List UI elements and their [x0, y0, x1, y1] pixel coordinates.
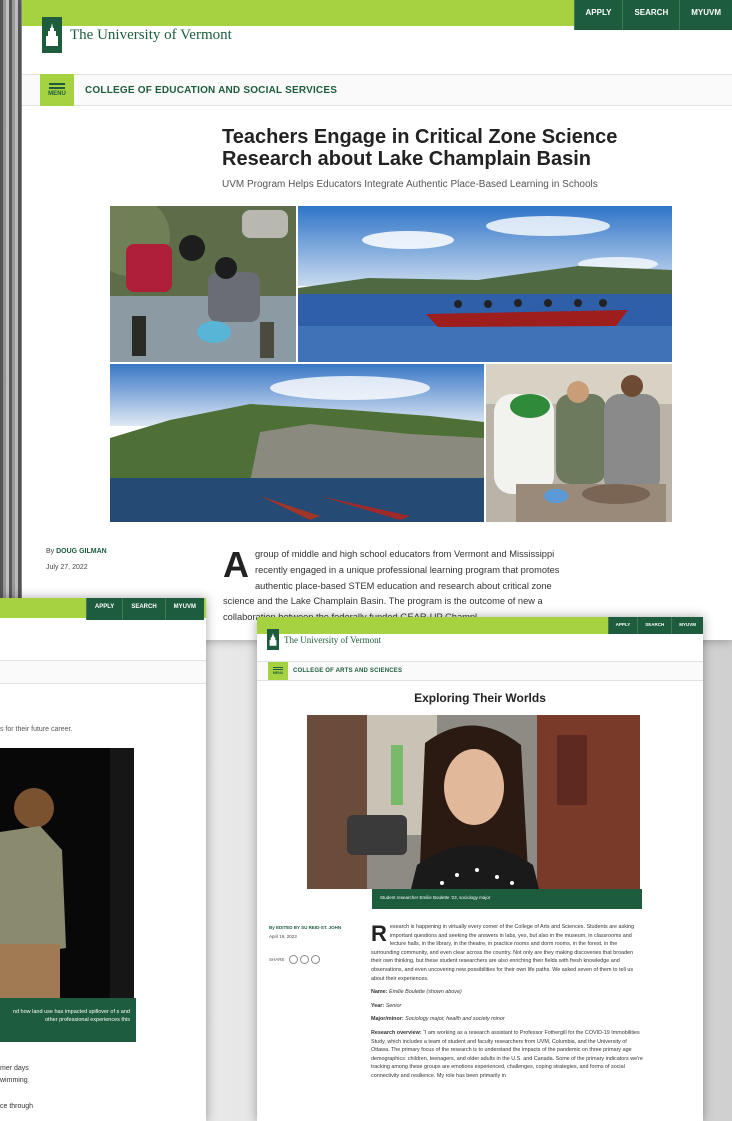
article-left-sheet: APPLY SEARCH MYUVM s for their future ca… [0, 598, 206, 1121]
para1-text: esearch is happening in virtually every … [371, 924, 635, 982]
search-link-right[interactable]: SEARCH [637, 617, 671, 634]
article-left-teaser: s for their future career. [0, 726, 73, 733]
article-title: Teachers Engage in Critical Zone Science… [222, 126, 618, 171]
menu-button[interactable]: MENU [40, 74, 74, 106]
apply-link[interactable]: APPLY [573, 0, 623, 30]
search-link-left[interactable]: SEARCH [122, 598, 164, 620]
uvm-logo-right[interactable]: The University of Vermont [267, 629, 381, 650]
article-left-line3: ce through [0, 1103, 34, 1110]
field-name: Name: Emilie Boulette (shown above) [371, 988, 643, 997]
byline-prefix: By [46, 548, 55, 555]
facebook-icon[interactable] [288, 955, 298, 964]
uvm-shield-icon [42, 17, 62, 53]
myuvm-link-right[interactable]: MYUVM [671, 617, 703, 634]
menu-label: MENU [48, 91, 66, 97]
photo-rowing-lake [298, 206, 672, 362]
article-right-para1: R esearch is happening in virtually ever… [371, 923, 643, 983]
myuvm-link-left[interactable]: MYUVM [164, 598, 204, 620]
photo-cliffs-lake [110, 364, 484, 522]
name-label: Name: [371, 989, 388, 996]
utility-nav-right: APPLY SEARCH MYUVM [607, 617, 703, 634]
article-body: A group of middle and high school educat… [223, 547, 575, 626]
menu-label-right: MENU [272, 671, 284, 675]
utility-nav: APPLY SEARCH MYUVM [573, 0, 732, 30]
major-value: Sociology major, health and society mino… [405, 1016, 505, 1023]
share-label: SHARE [269, 957, 285, 962]
brand-wordmark-right: The University of Vermont [284, 634, 382, 645]
share-icon[interactable] [310, 955, 320, 964]
article-date: July 27, 2022 [46, 564, 88, 571]
overview-value: “I am working as a research assistant to… [371, 1029, 643, 1079]
uvm-logo[interactable]: The University of Vermont [42, 17, 232, 53]
dropcap-letter: A [223, 544, 249, 585]
myuvm-link[interactable]: MYUVM [679, 0, 732, 30]
apply-link-right[interactable]: APPLY [607, 617, 638, 634]
caption-left-text: nd how land use has impacted spillover o… [12, 1009, 130, 1023]
photo-lab-dissection [486, 364, 672, 522]
search-link[interactable]: SEARCH [622, 0, 679, 30]
article-right-sheet: APPLY SEARCH MYUVM The University of Ver… [257, 617, 703, 1121]
overview-label: Research overview: [371, 1029, 422, 1036]
utility-nav-left: APPLY SEARCH MYUVM [85, 598, 204, 620]
college-nav-right: MENU COLLEGE OF ARTS AND SCIENCES [257, 661, 703, 681]
photo-student-portrait [307, 715, 640, 889]
field-overview: Research overview: “I am working as a re… [371, 1029, 643, 1081]
photo-swimmer [0, 748, 134, 998]
brand-wordmark: The University of Vermont [70, 26, 232, 43]
apply-link-left[interactable]: APPLY [85, 598, 122, 620]
photo-caption-left: nd how land use has impacted spillover o… [0, 998, 136, 1042]
article-right-body: R esearch is happening in virtually ever… [371, 923, 643, 1081]
article-right-title: Exploring Their Worlds [414, 691, 546, 705]
field-major: Major/minor: Sociology major, health and… [371, 1015, 643, 1024]
field-year: Year: Senior [371, 1002, 643, 1011]
major-label: Major/minor: [371, 1016, 404, 1023]
article-main-sheet: APPLY SEARCH MYUVM The University of Ver… [22, 0, 732, 640]
dropcap-letter-right: R [371, 921, 387, 946]
photo-caption-right: Student researcher Emilie Boulette '23, … [372, 889, 642, 909]
name-value: Emilie Boulette (shown above) [388, 989, 462, 996]
college-title[interactable]: COLLEGE OF EDUCATION AND SOCIAL SERVICES [85, 85, 337, 96]
uvm-shield-icon-right [267, 629, 279, 650]
year-label: Year: [371, 1002, 385, 1009]
college-title-right[interactable]: COLLEGE OF ARTS AND SCIENCES [293, 668, 402, 674]
college-nav: MENU COLLEGE OF EDUCATION AND SOCIAL SER… [22, 74, 732, 106]
year-value: Senior [385, 1002, 402, 1009]
article-byline: By DOUG GILMAN [46, 548, 107, 555]
article-right-byline: By EDITED BY SU REID-ST. JOHN [269, 925, 342, 930]
menu-button-right[interactable]: MENU [268, 662, 288, 680]
article-left-line1: mer days [0, 1065, 29, 1072]
college-nav-left [0, 660, 206, 684]
article-right-date: April 19, 2023 [269, 934, 297, 939]
article-left-line2: wimming [0, 1077, 28, 1084]
photo-stream-sampling [110, 206, 296, 362]
article-subtitle: UVM Program Helps Educators Integrate Au… [222, 179, 598, 190]
article-body-text: group of middle and high school educator… [223, 549, 560, 623]
author-link[interactable]: DOUG GILMAN [56, 548, 107, 555]
share-bar: SHARE [269, 955, 320, 964]
caption-right-text: Student researcher Emilie Boulette '23, … [380, 895, 491, 900]
twitter-icon[interactable] [299, 955, 309, 964]
